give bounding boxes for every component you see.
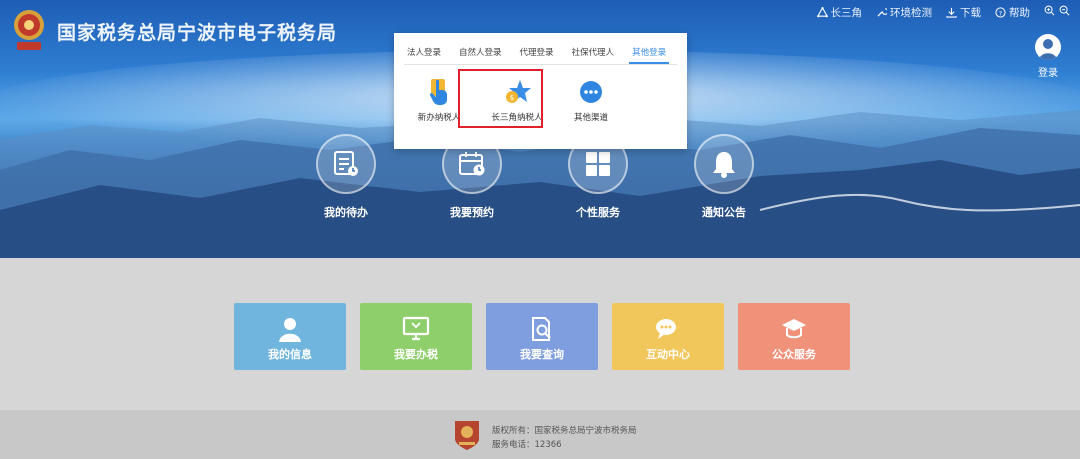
- nav-label: 帮助: [1009, 7, 1030, 19]
- tax-shield-icon: [455, 421, 479, 450]
- option-label: 其他渠道: [573, 113, 608, 123]
- monitor-icon: [360, 314, 472, 344]
- card-tax-filing[interactable]: 我要办税: [360, 303, 472, 370]
- avatar-icon: [1035, 34, 1061, 60]
- copyright-text: 版权所有：国家税务总局宁波市税务局: [492, 426, 637, 436]
- footer-text: 版权所有：国家税务总局宁波市税务局 服务电话：12366: [492, 424, 637, 452]
- option-other-channels[interactable]: 其他渠道: [558, 77, 624, 123]
- feature-notice[interactable]: 通知公告: [674, 134, 774, 220]
- card-query[interactable]: 我要查询: [486, 303, 598, 370]
- card-public-service[interactable]: 公众服务: [738, 303, 850, 370]
- card-label: 我的信息: [268, 348, 312, 361]
- help-icon: ?: [995, 7, 1006, 18]
- highlight-box: [458, 69, 543, 128]
- more-dots-icon: [558, 77, 624, 107]
- download-icon: [946, 7, 957, 18]
- card-interaction-center[interactable]: 互动中心: [612, 303, 724, 370]
- zoom-controls: [1044, 5, 1070, 20]
- site-title: 国家税务总局宁波市电子税务局: [57, 22, 338, 44]
- feature-label: 我要预约: [450, 206, 494, 219]
- card-label: 我要查询: [520, 348, 564, 361]
- card-label: 互动中心: [646, 348, 690, 361]
- user-icon: [234, 314, 346, 344]
- nav-env-check[interactable]: 环境检测: [876, 5, 932, 20]
- feature-label: 个性服务: [576, 206, 620, 219]
- zoom-out-icon[interactable]: [1059, 5, 1070, 16]
- wrench-icon: [877, 8, 887, 17]
- service-phone-text: 服务电话：12366: [492, 440, 562, 450]
- feature-label: 我的待办: [324, 206, 368, 219]
- nav-label: 下载: [960, 7, 981, 19]
- card-label: 公众服务: [772, 348, 816, 361]
- card-my-info[interactable]: 我的信息: [234, 303, 346, 370]
- service-cards-section: 我的信息 我要办税 我要查询 互动中心 公众服务: [0, 258, 1080, 410]
- zoom-in-icon[interactable]: [1044, 5, 1055, 16]
- svg-text:?: ?: [999, 9, 1002, 17]
- tab-social-security-agent[interactable]: 社保代理人: [569, 41, 618, 64]
- nav-label: 长三角: [830, 7, 863, 19]
- tax-bureau-emblem-icon: [14, 10, 44, 50]
- login-tabs: 法人登录 自然人登录 代理登录 社保代理人 其他登录: [404, 41, 677, 65]
- top-navigation: 长三角 环境检测 下载 ? 帮助: [816, 5, 1071, 20]
- network-icon: [816, 7, 828, 18]
- login-label: 登录: [1038, 68, 1058, 79]
- option-label: 新办纳税人: [417, 113, 461, 123]
- nav-download[interactable]: 下载: [946, 5, 981, 20]
- nav-yangtze-delta[interactable]: 长三角: [816, 5, 863, 20]
- nav-help[interactable]: ? 帮助: [995, 5, 1030, 20]
- tab-other-login[interactable]: 其他登录: [629, 41, 670, 64]
- feature-my-todo[interactable]: 我的待办: [296, 134, 396, 220]
- bell-icon: [694, 134, 754, 194]
- tab-corporate-login[interactable]: 法人登录: [404, 41, 444, 64]
- todo-icon: [316, 134, 376, 194]
- tab-agent-login[interactable]: 代理登录: [517, 41, 557, 64]
- card-label: 我要办税: [394, 348, 438, 361]
- search-doc-icon: [486, 314, 598, 344]
- nav-label: 环境检测: [890, 7, 932, 19]
- tab-individual-login[interactable]: 自然人登录: [456, 41, 505, 64]
- login-button[interactable]: 登录: [1033, 34, 1063, 79]
- graduation-icon: [738, 314, 850, 344]
- chat-icon: [612, 314, 724, 344]
- footer: 版权所有：国家税务总局宁波市税务局 服务电话：12366: [0, 410, 1080, 459]
- feature-label: 通知公告: [702, 206, 746, 219]
